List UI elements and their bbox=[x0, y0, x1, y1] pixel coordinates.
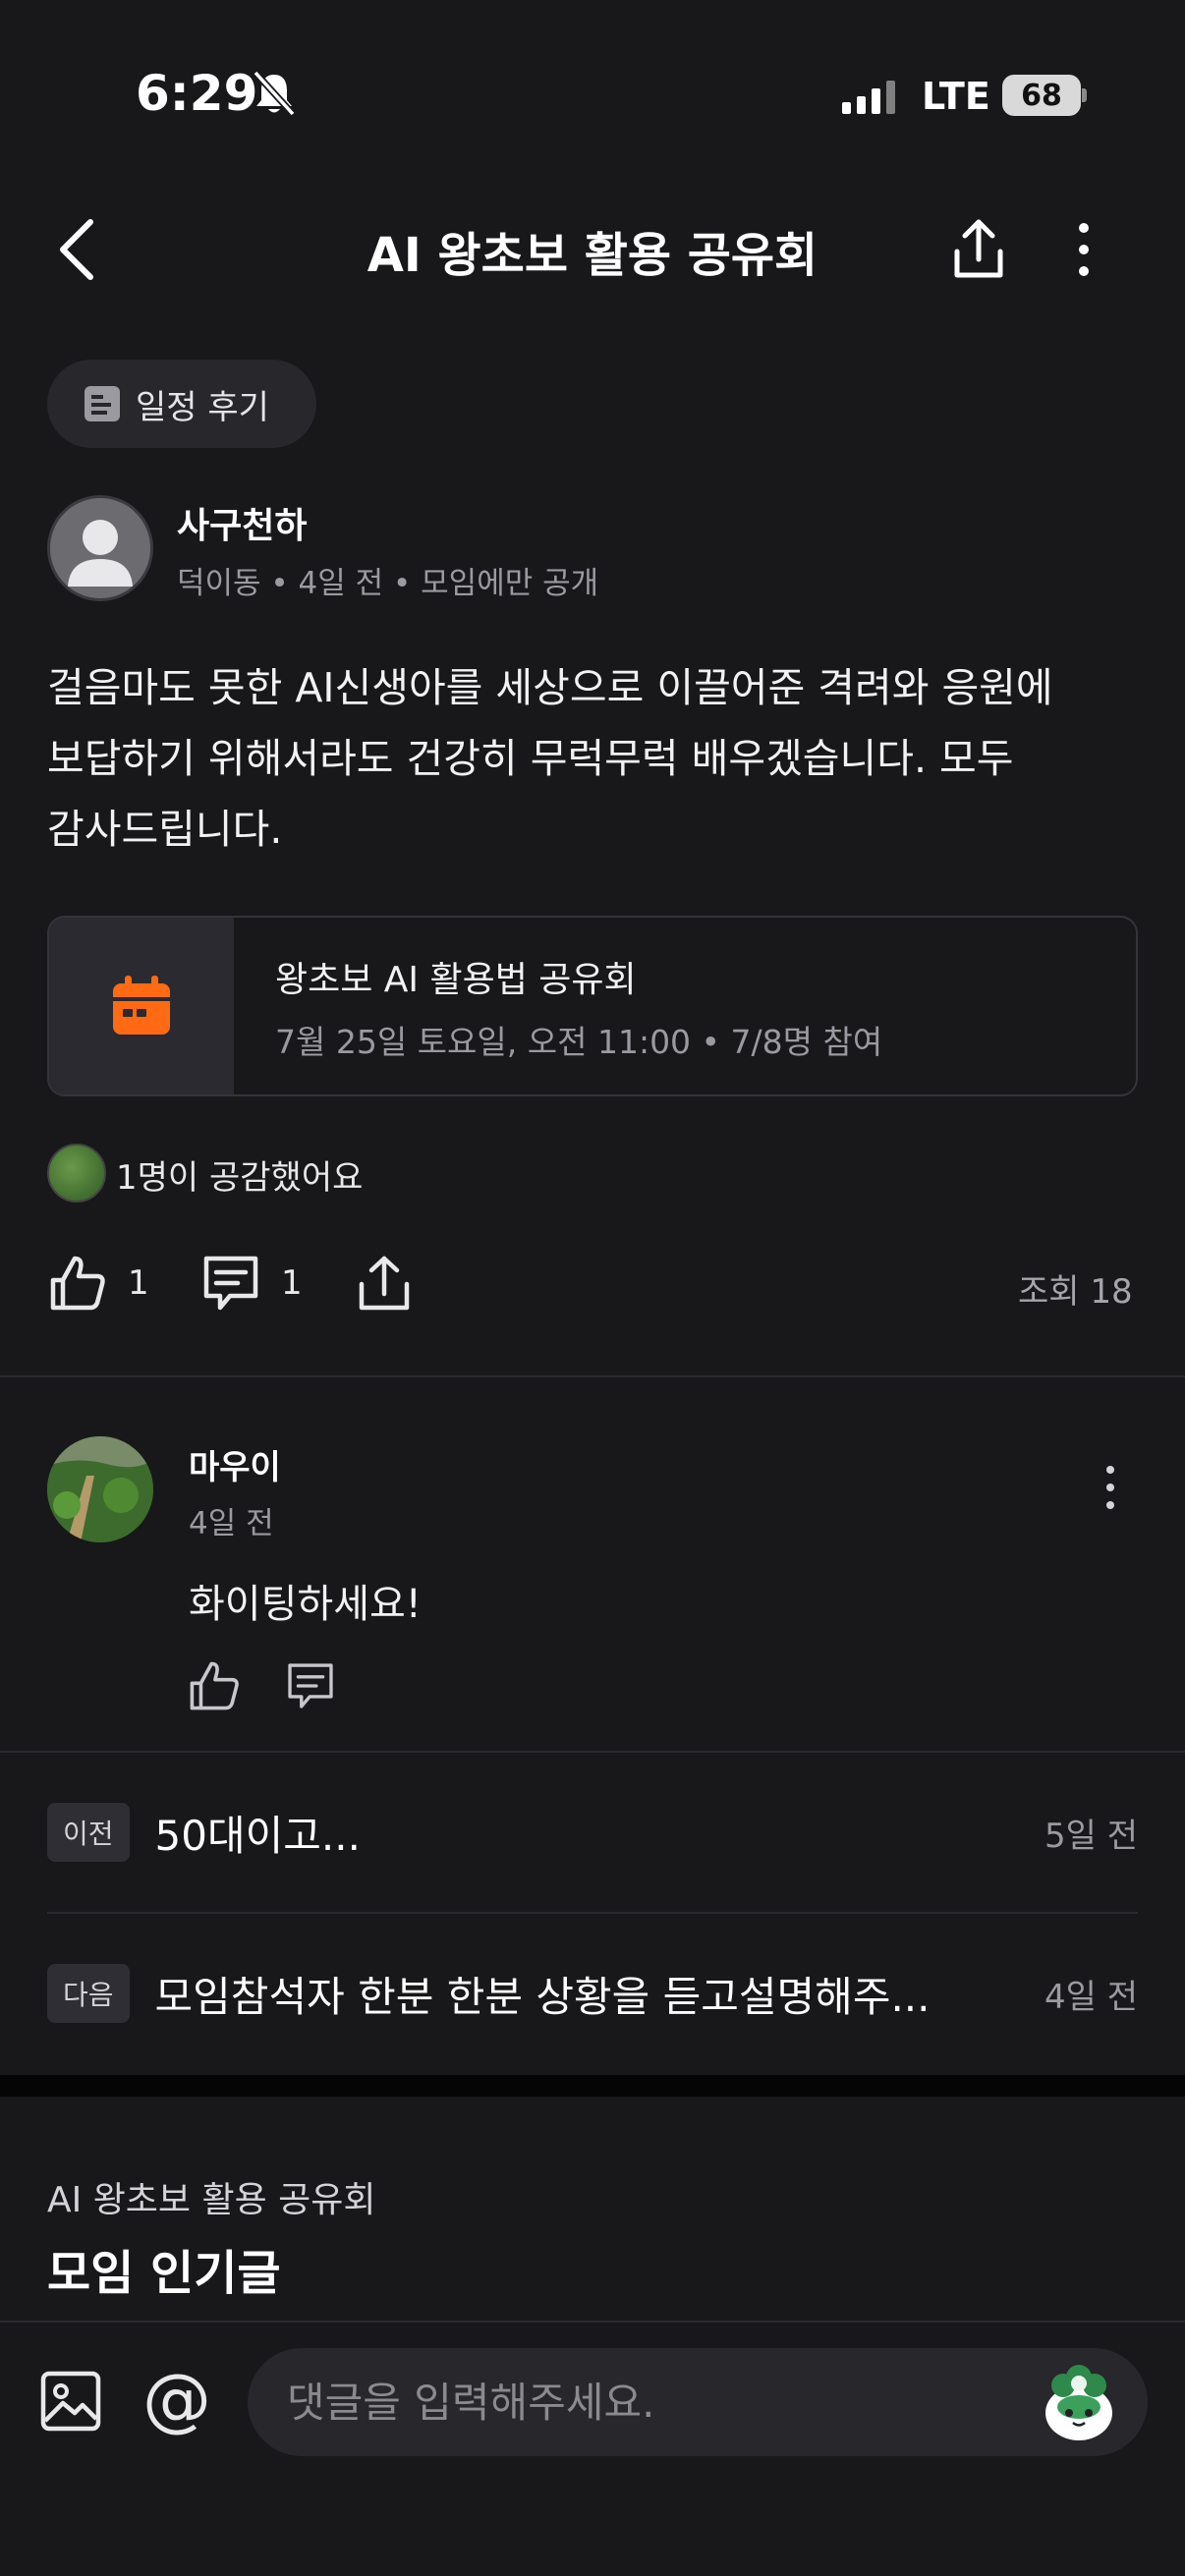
prev-post-time: 5일 전 bbox=[1044, 1816, 1138, 1856]
next-post-link[interactable]: 다음 모임참석자 한분 한분 상황을 듣고설명해주... 4일 전 bbox=[47, 1959, 1138, 2028]
sticker-mascot-icon[interactable] bbox=[1042, 2362, 1116, 2442]
divider bbox=[47, 1912, 1138, 1914]
page-title: AI 왕초보 활용 공유회 bbox=[367, 228, 818, 283]
comment-input-container[interactable] bbox=[248, 2348, 1148, 2456]
like-count: 1 bbox=[128, 1263, 149, 1303]
next-chip: 다음 bbox=[47, 1964, 130, 2023]
calendar-icon bbox=[113, 976, 170, 1035]
event-detail: 7월 25일 토요일, 오전 11:00 • 7/8명 참여 bbox=[275, 1023, 883, 1061]
commenter-name[interactable]: 마우이 bbox=[189, 1440, 281, 1488]
event-card[interactable]: 왕초보 AI 활용법 공유회 7월 25일 토요일, 오전 11:00 • 7/… bbox=[47, 916, 1138, 1096]
view-count: 조회 18 bbox=[1018, 1272, 1133, 1312]
share-icon bbox=[359, 1256, 410, 1311]
next-post-time: 4일 전 bbox=[1044, 1977, 1138, 2017]
prev-chip: 이전 bbox=[47, 1803, 130, 1862]
author-avatar[interactable] bbox=[47, 495, 153, 601]
author-name[interactable]: 사구천하 bbox=[177, 497, 307, 548]
divider bbox=[0, 1751, 1185, 1753]
bell-muted-icon bbox=[253, 70, 296, 117]
user-icon bbox=[68, 520, 133, 587]
comment-like-button[interactable] bbox=[187, 1658, 242, 1713]
photo-thumbnail bbox=[47, 1436, 153, 1542]
more-options-button[interactable] bbox=[1059, 214, 1108, 285]
back-button[interactable] bbox=[49, 210, 108, 289]
popular-posts-heading: 모임 인기글 bbox=[47, 2246, 281, 2301]
share-button[interactable] bbox=[943, 214, 1014, 285]
signal-icon bbox=[842, 79, 895, 114]
empathy-count[interactable]: 1명이 공감했어요 bbox=[116, 1150, 363, 1199]
group-name[interactable]: AI 왕초보 활용 공유회 bbox=[47, 2171, 376, 2222]
battery-icon: 68 bbox=[1002, 75, 1081, 116]
comment-time: 4일 전 bbox=[189, 1506, 274, 1541]
comment-input[interactable] bbox=[287, 2378, 1034, 2427]
comment-text: 화이팅하세요! bbox=[189, 1582, 422, 1627]
prev-post-link[interactable]: 이전 50대이고... 5일 전 bbox=[47, 1798, 1138, 1867]
empathy-user-avatar bbox=[47, 1144, 106, 1203]
document-icon bbox=[85, 386, 120, 421]
image-attach-button[interactable] bbox=[39, 2370, 102, 2433]
event-icon-box bbox=[49, 918, 234, 1094]
prev-post-title: 50대이고... bbox=[154, 1811, 361, 1860]
event-title: 왕초보 AI 활용법 공유회 bbox=[275, 960, 637, 1000]
next-post-title: 모임참석자 한분 한분 상황을 듣고설명해주... bbox=[154, 1972, 931, 2021]
thumbs-up-icon bbox=[50, 1256, 105, 1311]
commenter-avatar[interactable] bbox=[47, 1436, 153, 1542]
comment-icon bbox=[203, 1256, 258, 1311]
like-button[interactable]: 1 bbox=[47, 1248, 149, 1318]
post-body: 걸음마도 못한 AI신생아를 세상으로 이끌어준 격려와 응원에 보답하기 위해… bbox=[47, 664, 1053, 853]
section-divider bbox=[0, 2075, 1185, 2097]
battery-tip bbox=[1082, 88, 1087, 102]
divider bbox=[0, 1375, 1185, 1377]
comment-more-button[interactable] bbox=[1093, 1458, 1128, 1517]
post-meta: 덕이동 • 4일 전 • 모임에만 공개 bbox=[177, 566, 599, 601]
tag-label: 일정 후기 bbox=[136, 387, 269, 427]
comment-button[interactable]: 1 bbox=[200, 1248, 303, 1318]
comment-reply-button[interactable] bbox=[283, 1660, 338, 1711]
post-share-button[interactable] bbox=[354, 1248, 415, 1318]
network-label: LTE bbox=[922, 75, 990, 118]
status-time: 6:29 bbox=[136, 65, 258, 122]
mention-button[interactable]: @ bbox=[140, 2362, 214, 2436]
comment-count: 1 bbox=[281, 1263, 303, 1303]
post-category-tag[interactable]: 일정 후기 bbox=[47, 360, 316, 448]
